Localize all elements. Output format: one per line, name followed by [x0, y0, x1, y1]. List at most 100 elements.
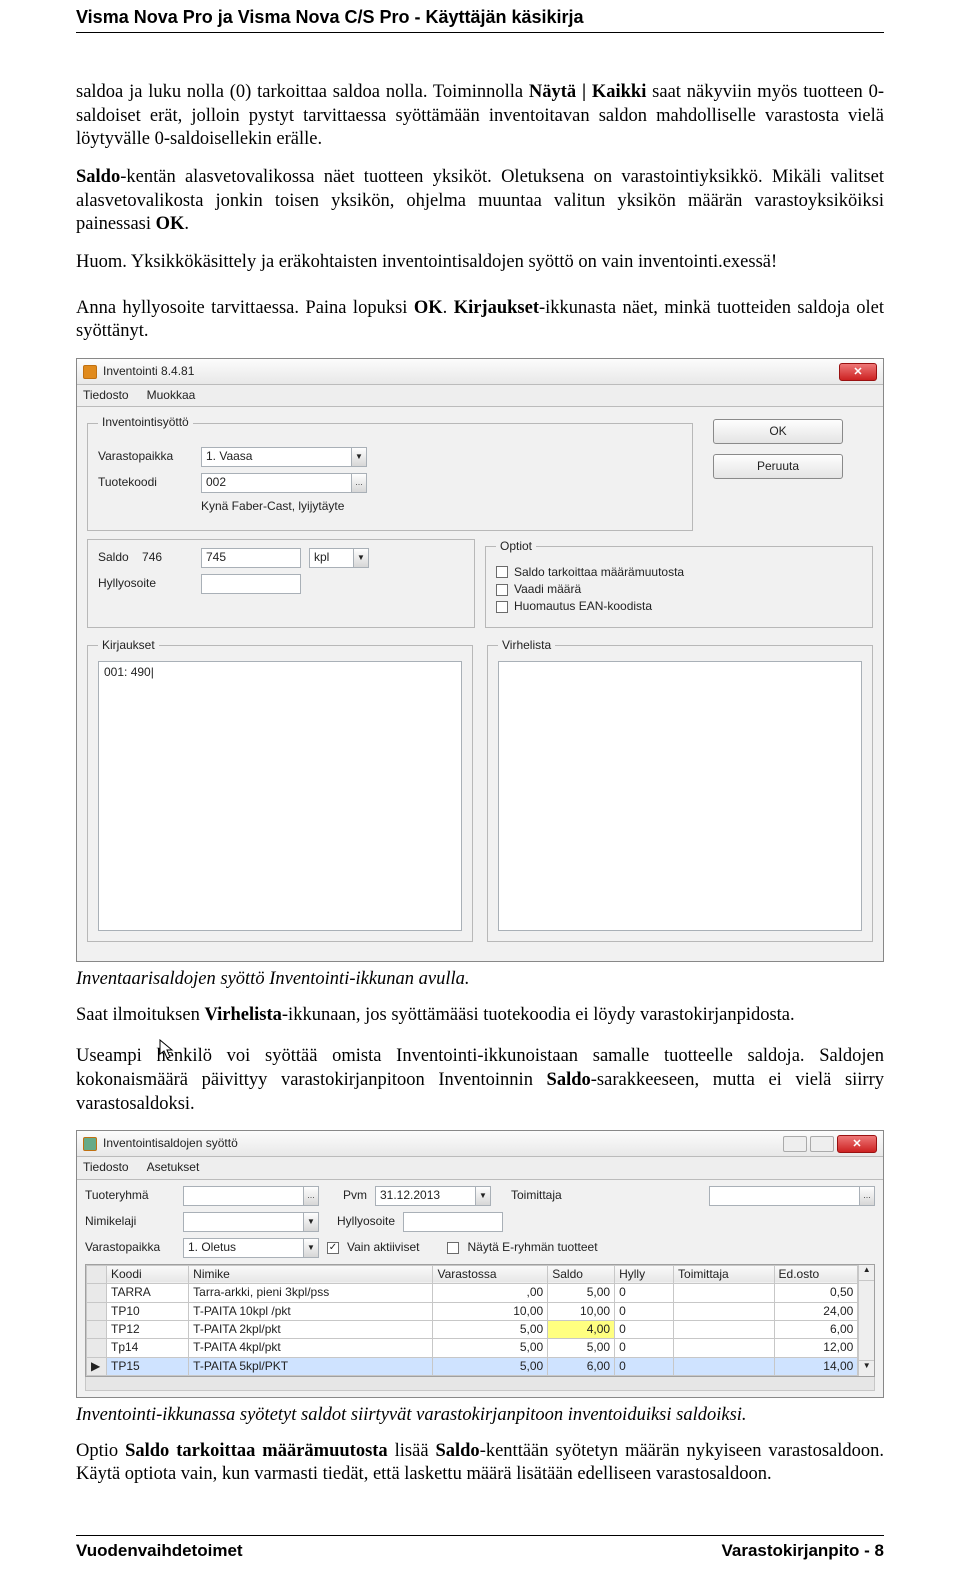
- cell-varastossa[interactable]: ,00: [433, 1284, 548, 1302]
- titlebar[interactable]: Inventointisaldojen syöttö ✕: [77, 1131, 883, 1157]
- col-saldo[interactable]: Saldo: [548, 1265, 615, 1283]
- checkbox-vaadi-maara[interactable]: [496, 584, 508, 596]
- close-button[interactable]: ✕: [837, 1135, 877, 1153]
- checkbox-ean-huom[interactable]: [496, 601, 508, 613]
- data-grid[interactable]: Koodi Nimike Varastossa Saldo Hylly Toim…: [86, 1265, 858, 1376]
- col-nimike[interactable]: Nimike: [189, 1265, 433, 1283]
- cell-koodi[interactable]: Tp14: [107, 1339, 189, 1357]
- cell-toimittaja[interactable]: [674, 1339, 775, 1357]
- cell-edosto[interactable]: 24,00: [774, 1302, 858, 1320]
- cell-saldo[interactable]: 5,00: [548, 1339, 615, 1357]
- menu-tiedosto[interactable]: Tiedosto: [83, 1160, 129, 1175]
- tuotekoodi-input[interactable]: 002 …: [201, 473, 367, 493]
- list-item[interactable]: 001: 490|: [104, 665, 456, 680]
- cell-edosto[interactable]: 0,50: [774, 1284, 858, 1302]
- col-varastossa[interactable]: Varastossa: [433, 1265, 548, 1283]
- cell-edosto[interactable]: 14,00: [774, 1357, 858, 1375]
- rowhdr-cell[interactable]: [87, 1284, 107, 1302]
- cell-saldo[interactable]: 10,00: [548, 1302, 615, 1320]
- maximize-button[interactable]: [810, 1136, 834, 1152]
- col-edosto[interactable]: Ed.osto: [774, 1265, 858, 1283]
- nimikelaji-input[interactable]: ▼: [183, 1212, 319, 1232]
- menu-muokkaa[interactable]: Muokkaa: [147, 388, 196, 403]
- cell-koodi[interactable]: TP15: [107, 1357, 189, 1375]
- cell-koodi[interactable]: TARRA: [107, 1284, 189, 1302]
- cell-hylly[interactable]: 0: [615, 1320, 674, 1338]
- cell-varastossa[interactable]: 5,00: [433, 1357, 548, 1375]
- rowhdr-cell[interactable]: [87, 1320, 107, 1338]
- cell-nimike[interactable]: T-PAITA 10kpl /pkt: [189, 1302, 433, 1320]
- rowhdr-cell[interactable]: [87, 1302, 107, 1320]
- table-row[interactable]: TP12T-PAITA 2kpl/pkt5,004,000 6,00: [87, 1320, 858, 1338]
- ok-button[interactable]: OK: [713, 419, 843, 444]
- chevron-down-icon[interactable]: ▼: [303, 1212, 319, 1232]
- pvm-input[interactable]: 31.12.2013▼: [375, 1186, 491, 1206]
- cell-hylly[interactable]: 0: [615, 1302, 674, 1320]
- titlebar[interactable]: Inventointi 8.4.81 ✕: [77, 359, 883, 385]
- rowhdr-cell[interactable]: [87, 1339, 107, 1357]
- col-koodi[interactable]: Koodi: [107, 1265, 189, 1283]
- cell-koodi[interactable]: TP10: [107, 1302, 189, 1320]
- table-row[interactable]: TP10T-PAITA 10kpl /pkt10,0010,00024,00: [87, 1302, 858, 1320]
- cell-nimike[interactable]: T-PAITA 5kpl/PKT: [189, 1357, 433, 1375]
- cell-saldo[interactable]: 4,00: [548, 1320, 615, 1338]
- scroll-up-icon[interactable]: ▲: [859, 1265, 874, 1281]
- unit-value[interactable]: kpl: [309, 548, 353, 568]
- cell-edosto[interactable]: 12,00: [774, 1339, 858, 1357]
- cell-hylly[interactable]: 0: [615, 1284, 674, 1302]
- cell-nimike[interactable]: T-PAITA 2kpl/pkt: [189, 1320, 433, 1338]
- tuotekoodi-value[interactable]: 002: [201, 473, 351, 493]
- table-row[interactable]: TARRATarra-arkki, pieni 3kpl/pss,005,000…: [87, 1284, 858, 1302]
- cell-varastossa[interactable]: 5,00: [433, 1339, 548, 1357]
- tuoteryhma-input[interactable]: …: [183, 1186, 319, 1206]
- table-row[interactable]: ▶TP15T-PAITA 5kpl/PKT5,006,000 14,00: [87, 1357, 858, 1375]
- checkbox-vain-aktiiviset[interactable]: [327, 1242, 339, 1254]
- cell-toimittaja[interactable]: [674, 1302, 775, 1320]
- chevron-down-icon[interactable]: ▼: [351, 447, 367, 467]
- hyllyosoite-input[interactable]: [201, 574, 301, 594]
- hylly-input[interactable]: [403, 1212, 503, 1232]
- pvm-value[interactable]: 31.12.2013: [375, 1186, 475, 1206]
- varastopaikka-combo[interactable]: 1. Oletus▼: [183, 1238, 319, 1258]
- cell-koodi[interactable]: TP12: [107, 1320, 189, 1338]
- table-row[interactable]: Tp14T-PAITA 4kpl/pkt5,005,00012,00: [87, 1339, 858, 1357]
- ellipsis-button[interactable]: …: [859, 1186, 875, 1206]
- checkbox-saldo-muutos[interactable]: [496, 566, 508, 578]
- virhelista-listbox[interactable]: [498, 661, 862, 931]
- toimittaja-input[interactable]: …: [709, 1186, 875, 1206]
- cancel-button[interactable]: Peruuta: [713, 454, 843, 479]
- saldo-input[interactable]: 745: [201, 548, 301, 568]
- vertical-scrollbar[interactable]: ▲▼: [858, 1265, 874, 1376]
- cell-toimittaja[interactable]: [674, 1284, 775, 1302]
- varastopaikka-value[interactable]: 1. Oletus: [183, 1238, 303, 1258]
- menu-asetukset[interactable]: Asetukset: [147, 1160, 200, 1175]
- cell-saldo[interactable]: 6,00: [548, 1357, 615, 1375]
- unit-combo[interactable]: kpl ▼: [309, 548, 369, 568]
- cell-toimittaja[interactable]: [674, 1357, 775, 1375]
- cell-nimike[interactable]: Tarra-arkki, pieni 3kpl/pss: [189, 1284, 433, 1302]
- varastopaikka-combo[interactable]: 1. Vaasa ▼: [201, 447, 367, 467]
- col-toimittaja[interactable]: Toimittaja: [674, 1265, 775, 1283]
- cell-toimittaja[interactable]: [674, 1320, 775, 1338]
- cell-nimike[interactable]: T-PAITA 4kpl/pkt: [189, 1339, 433, 1357]
- horizontal-scrollbar[interactable]: [85, 1377, 875, 1391]
- minimize-button[interactable]: [783, 1136, 807, 1152]
- checkbox-eryhma[interactable]: [447, 1242, 459, 1254]
- cell-saldo[interactable]: 5,00: [548, 1284, 615, 1302]
- cell-varastossa[interactable]: 5,00: [433, 1320, 548, 1338]
- chevron-down-icon[interactable]: ▼: [475, 1186, 491, 1206]
- cell-hylly[interactable]: 0: [615, 1339, 674, 1357]
- cell-varastossa[interactable]: 10,00: [433, 1302, 548, 1320]
- scroll-down-icon[interactable]: ▼: [859, 1360, 874, 1376]
- varastopaikka-value[interactable]: 1. Vaasa: [201, 447, 351, 467]
- chevron-down-icon[interactable]: ▼: [303, 1238, 319, 1258]
- ellipsis-button[interactable]: …: [303, 1186, 319, 1206]
- kirjaukset-listbox[interactable]: 001: 490|: [98, 661, 462, 931]
- close-button[interactable]: ✕: [839, 363, 877, 381]
- cell-hylly[interactable]: 0: [615, 1357, 674, 1375]
- col-hylly[interactable]: Hylly: [615, 1265, 674, 1283]
- chevron-down-icon[interactable]: ▼: [353, 548, 369, 568]
- rowhdr-cell[interactable]: ▶: [87, 1357, 107, 1375]
- cell-edosto[interactable]: 6,00: [774, 1320, 858, 1338]
- ellipsis-button[interactable]: …: [351, 473, 367, 493]
